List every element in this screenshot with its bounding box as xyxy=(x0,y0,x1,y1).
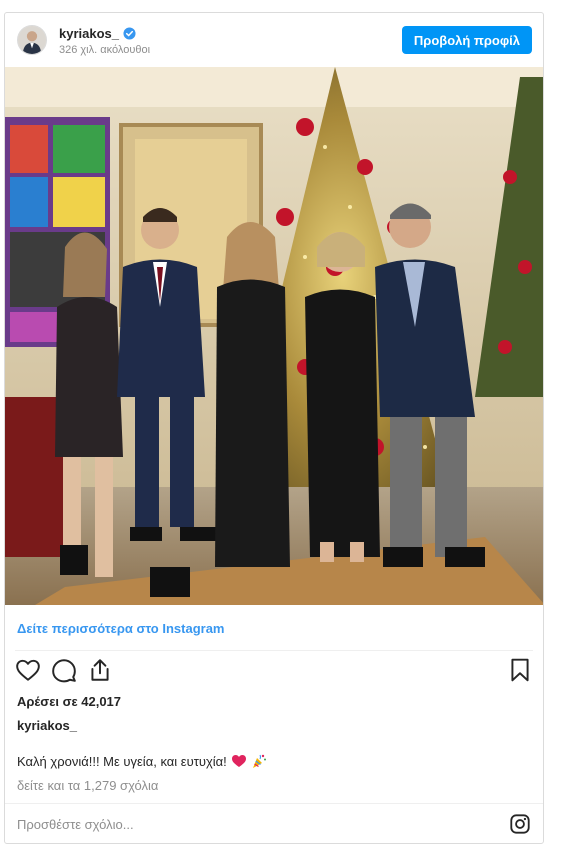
likes-count[interactable]: Αρέσει σε 42,017 xyxy=(17,694,121,709)
add-comment-input[interactable]: Προσθέστε σχόλιο... xyxy=(17,817,134,832)
red-heart-emoji-icon xyxy=(231,753,247,769)
view-more-on-instagram-link[interactable]: Δείτε περισσότερα στο Instagram xyxy=(5,605,543,651)
comment-icon[interactable] xyxy=(51,657,77,683)
post-caption: Καλή χρονιά!!! Με υγεία, και ευτυχία! xyxy=(17,753,267,769)
caption-username[interactable]: kyriakos_ xyxy=(17,718,77,733)
view-profile-button[interactable]: Προβολή προφίλ xyxy=(401,26,532,54)
header-username[interactable]: kyriakos_ xyxy=(59,26,119,41)
instagram-logo-icon[interactable] xyxy=(509,813,531,835)
post-photo[interactable] xyxy=(5,67,543,605)
heart-icon[interactable] xyxy=(15,657,41,683)
instagram-embed-card: kyriakos_ 326 χιλ. ακόλουθοι Προβολή προ… xyxy=(4,12,544,844)
photo-image xyxy=(5,67,543,605)
verified-badge-icon xyxy=(123,27,136,40)
party-popper-emoji-icon xyxy=(251,753,267,769)
comment-bar: Προσθέστε σχόλιο... xyxy=(5,803,543,843)
view-all-comments-link[interactable]: δείτε και τα 1,279 σχόλια xyxy=(17,778,158,793)
share-icon[interactable] xyxy=(87,657,113,683)
avatar[interactable] xyxy=(17,25,47,55)
bookmark-icon[interactable] xyxy=(507,657,533,683)
post-header: kyriakos_ 326 χιλ. ακόλουθοι Προβολή προ… xyxy=(5,13,543,67)
caption-text: Καλή χρονιά!!! Με υγεία, και ευτυχία! xyxy=(17,753,227,769)
followers-count: 326 χιλ. ακόλουθοι xyxy=(59,44,151,56)
username-row: kyriakos_ xyxy=(59,26,136,41)
action-bar xyxy=(5,651,543,689)
